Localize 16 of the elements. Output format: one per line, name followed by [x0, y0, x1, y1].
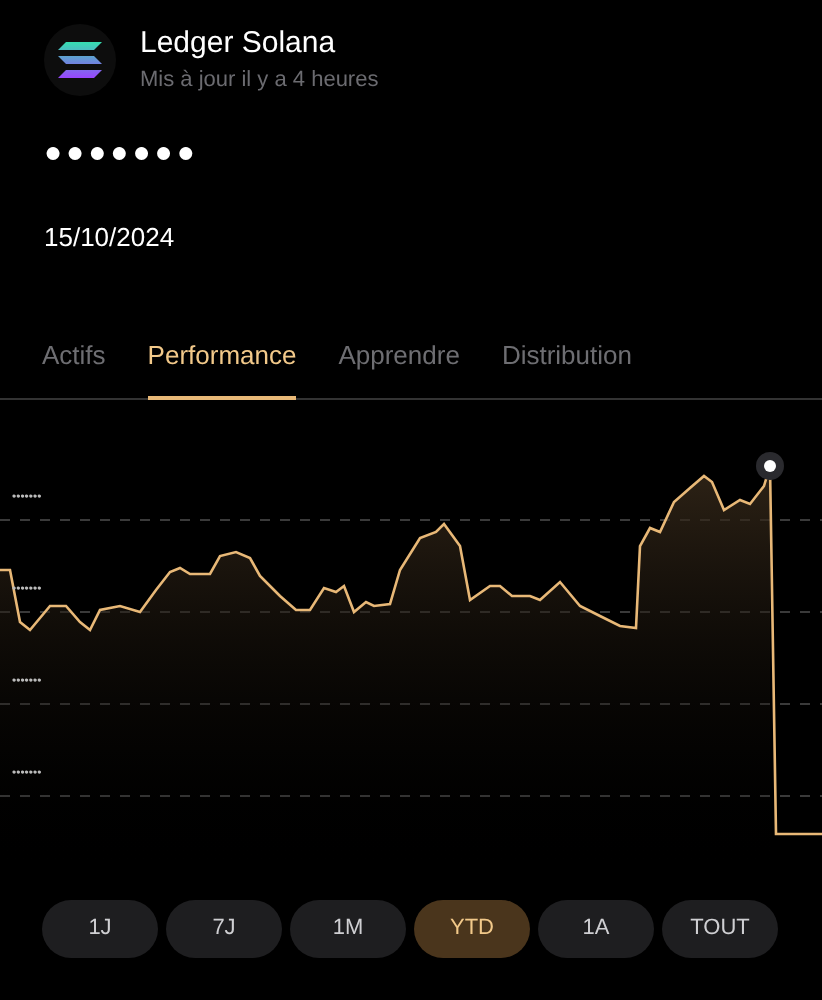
tab[interactable]: Performance [147, 336, 297, 399]
tab[interactable]: Actifs [42, 336, 106, 399]
period-button[interactable]: YTD [414, 899, 530, 957]
period-button[interactable]: 1J [42, 899, 158, 957]
period-button[interactable]: 1M [290, 899, 406, 957]
period-button[interactable]: TOUT [662, 899, 778, 957]
last-updated-text: Mis à jour il y a 4 heures [140, 66, 379, 96]
tab[interactable]: Distribution [501, 336, 632, 399]
date-text: 15/10/2024 [42, 219, 177, 255]
hidden-balance: ●●●●●●● [42, 133, 201, 173]
tab[interactable]: Apprendre [338, 336, 460, 399]
chart-marker-icon [756, 451, 784, 479]
account-name: Ledger Solana [140, 24, 338, 64]
period-button[interactable]: 7J [166, 899, 282, 957]
solana-logo-icon [44, 24, 116, 97]
period-button[interactable]: 1A [538, 899, 654, 957]
